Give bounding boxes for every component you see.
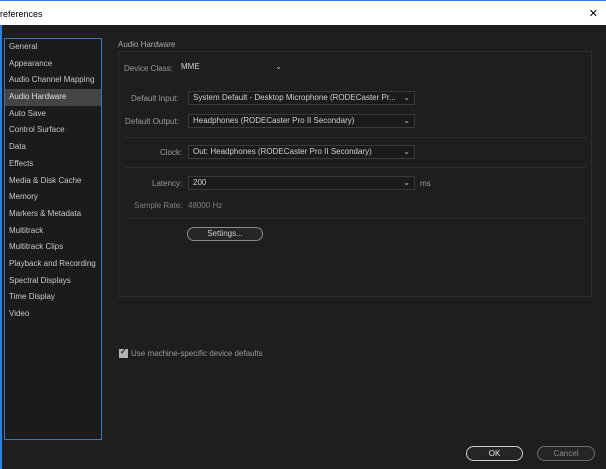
clock-value: Out: Headphones (RODECaster Pro II Secon… [193, 147, 372, 156]
ok-button[interactable]: OK [466, 446, 523, 461]
default-output-dropdown[interactable]: Headphones (RODECaster Pro II Secondary)… [188, 114, 415, 128]
default-input-dropdown[interactable]: System Default - Desktop Microphone (ROD… [188, 91, 415, 105]
machine-defaults-label: Use machine-specific device defaults [131, 349, 263, 358]
sidebar-item-multitrack-clips[interactable]: Multitrack Clips [5, 239, 101, 256]
chevron-down-icon: ⌄ [403, 147, 410, 156]
divider [125, 137, 586, 138]
sidebar-item-control-surface[interactable]: Control Surface [5, 122, 101, 139]
divider [125, 218, 586, 219]
divider [125, 167, 586, 168]
sidebar-item-memory[interactable]: Memory [5, 189, 101, 206]
default-input-label: Default Input: [131, 94, 179, 103]
title-bar: references ✕ [0, 0, 606, 25]
default-output-value: Headphones (RODECaster Pro II Secondary) [193, 116, 355, 125]
sidebar-item-playback-recording[interactable]: Playback and Recording [5, 256, 101, 273]
checkmark-icon: ✓ [120, 347, 127, 356]
chevron-down-icon: ⌄ [275, 62, 282, 71]
chevron-down-icon: ⌄ [403, 93, 410, 102]
default-output-label: Default Output: [125, 117, 179, 126]
latency-unit: ms [420, 179, 431, 188]
sidebar-item-appearance[interactable]: Appearance [5, 56, 101, 73]
device-class-value: MME [181, 62, 200, 71]
preferences-sidebar: General Appearance Audio Channel Mapping… [4, 38, 102, 440]
sidebar-item-spectral-displays[interactable]: Spectral Displays [5, 273, 101, 290]
window-title: references [0, 9, 43, 19]
section-title: Audio Hardware [118, 40, 176, 49]
sidebar-item-time-display[interactable]: Time Display [5, 289, 101, 306]
close-icon[interactable]: ✕ [589, 7, 598, 20]
sidebar-item-multitrack[interactable]: Multitrack [5, 223, 101, 240]
sidebar-item-auto-save[interactable]: Auto Save [5, 106, 101, 123]
machine-defaults-checkbox[interactable]: ✓ [119, 347, 128, 358]
default-input-value: System Default - Desktop Microphone (ROD… [193, 93, 396, 102]
sidebar-item-audio-channel-mapping[interactable]: Audio Channel Mapping [5, 72, 101, 89]
chevron-down-icon: ⌄ [403, 116, 410, 125]
device-class-label: Device Class: [124, 64, 173, 73]
latency-dropdown[interactable]: 200 ⌄ [188, 176, 415, 190]
sidebar-item-video[interactable]: Video [5, 306, 101, 323]
sidebar-item-general[interactable]: General [5, 39, 101, 56]
settings-button[interactable]: Settings... [187, 227, 263, 241]
sidebar-item-effects[interactable]: Effects [5, 156, 101, 173]
chevron-down-icon: ⌄ [403, 178, 410, 187]
sample-rate-value: 48000 Hz [188, 201, 223, 210]
sidebar-item-media-disk-cache[interactable]: Media & Disk Cache [5, 173, 101, 190]
latency-value: 200 [193, 178, 207, 187]
device-class-dropdown[interactable]: MME ⌄ [177, 61, 286, 75]
sidebar-item-markers-metadata[interactable]: Markers & Metadata [5, 206, 101, 223]
sample-rate-label: Sample Rate: [134, 201, 183, 210]
latency-label: Latency: [152, 179, 183, 188]
audio-hardware-panel [118, 51, 592, 297]
clock-dropdown[interactable]: Out: Headphones (RODECaster Pro II Secon… [188, 145, 415, 159]
sidebar-item-data[interactable]: Data [5, 139, 101, 156]
sidebar-item-audio-hardware[interactable]: Audio Hardware [5, 89, 101, 106]
clock-label: Clock: [160, 148, 183, 157]
cancel-button[interactable]: Cancel [537, 446, 595, 461]
